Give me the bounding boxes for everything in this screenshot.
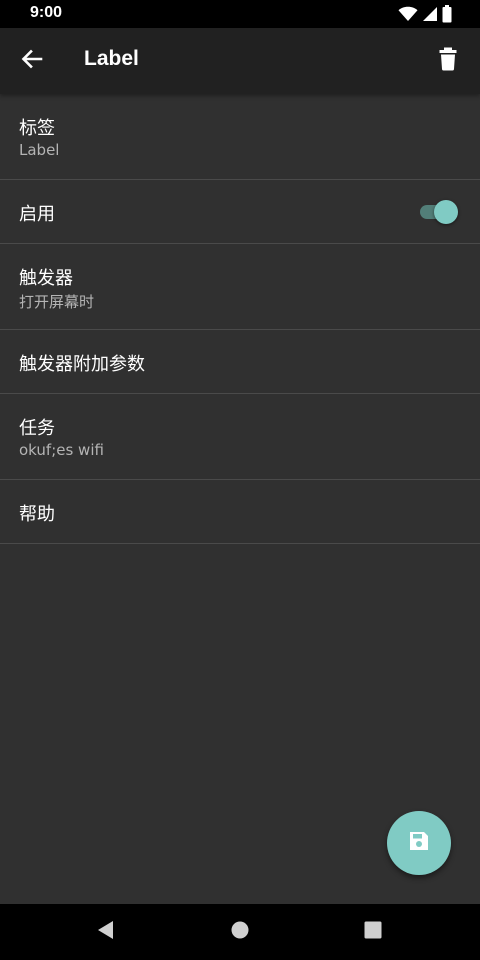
- status-icons: [398, 5, 452, 23]
- trash-icon: [438, 47, 458, 75]
- nav-home-button[interactable]: [210, 904, 270, 960]
- nav-back-icon: [97, 920, 115, 944]
- status-bar: 9:00: [0, 0, 480, 28]
- preference-summary: okuf;es wifi: [19, 441, 104, 459]
- nav-home-icon: [231, 921, 249, 943]
- enable-switch[interactable]: [418, 200, 458, 224]
- preference-title: 帮助: [19, 504, 55, 525]
- wifi-icon: [398, 6, 418, 22]
- page-title: Label: [84, 47, 139, 70]
- nav-recents-icon: [364, 921, 382, 943]
- nav-recents-button[interactable]: [343, 904, 403, 960]
- signal-icon: [422, 6, 438, 22]
- preference-title: 任务: [19, 418, 55, 439]
- preference-title: 触发器附加参数: [19, 354, 145, 375]
- save-fab[interactable]: [387, 811, 451, 875]
- preference-title: 标签: [19, 118, 55, 139]
- preference-enable[interactable]: 启用: [0, 180, 480, 244]
- preference-label[interactable]: 标签 Label: [0, 94, 480, 180]
- preference-task[interactable]: 任务 okuf;es wifi: [0, 394, 480, 480]
- preference-summary: 打开屏幕时: [19, 293, 95, 311]
- preference-list: 标签 Label 启用 触发器 打开屏幕时 触发器附加参数 任务 okuf;es…: [0, 94, 480, 544]
- preference-summary: Label: [19, 141, 60, 159]
- screen: 9:00 Label 标签 Label 启用 触发器 打开屏幕时 触发器附加参数…: [0, 0, 480, 960]
- preference-title: 触发器: [19, 268, 73, 289]
- save-icon: [409, 831, 429, 855]
- switch-thumb: [434, 200, 458, 224]
- preference-trigger-extra[interactable]: 触发器附加参数: [0, 330, 480, 394]
- preference-help[interactable]: 帮助: [0, 480, 480, 544]
- back-button[interactable]: [12, 41, 52, 81]
- arrow-back-icon: [21, 48, 43, 74]
- app-bar: Label: [0, 28, 480, 94]
- nav-bar: [0, 904, 480, 960]
- battery-icon: [442, 5, 452, 23]
- preference-title: 启用: [19, 204, 55, 225]
- status-time: 9:00: [30, 4, 63, 21]
- nav-back-button[interactable]: [76, 904, 136, 960]
- delete-button[interactable]: [428, 41, 468, 81]
- preference-trigger[interactable]: 触发器 打开屏幕时: [0, 244, 480, 330]
